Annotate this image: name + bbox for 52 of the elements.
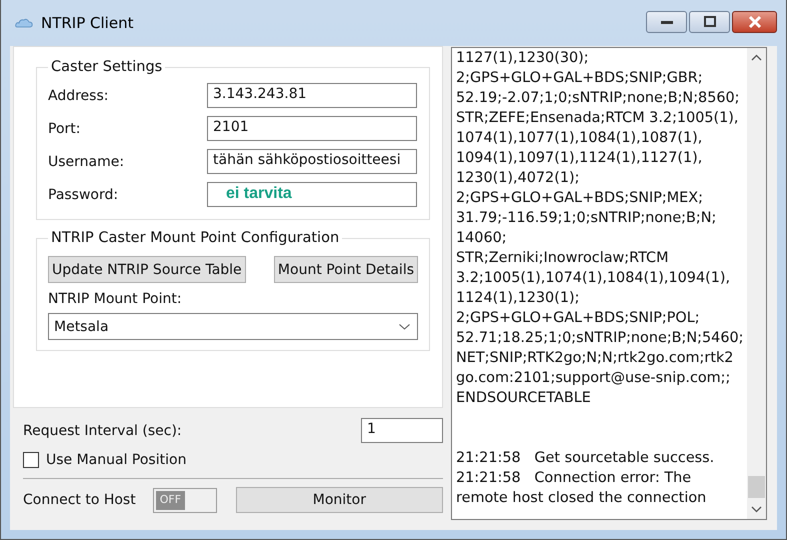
window-title: NTRIP Client	[41, 14, 134, 32]
checkbox-label: Use Manual Position	[46, 452, 186, 468]
scroll-up-icon[interactable]	[751, 54, 762, 61]
log-line: STR;ZEFE;Ensenada;RTCM 3.2;1005(1),	[456, 109, 740, 128]
group-title: NTRIP Caster Mount Point Configuration	[50, 230, 340, 246]
log-line: 1094(1),1097(1),1124(1),1127(1),	[456, 149, 704, 168]
log-line: NET;SNIP;RTK2go;N;N;rtk2go.com;rtk2	[456, 349, 734, 368]
checkbox[interactable]	[23, 452, 39, 468]
scrollbar-thumb[interactable]	[748, 476, 765, 498]
scrollbar[interactable]	[747, 48, 766, 519]
log-line: 1230(1),4072(1);	[456, 169, 580, 188]
log-line: 1127(1),1230(30);	[456, 49, 590, 68]
log-message: 21:21:58 Connection error: The remote host closed the connection	[456, 469, 708, 508]
log-message: 21:21:58 Get sourcetable success.	[456, 449, 716, 468]
chevron-down-icon	[399, 324, 410, 330]
input-field[interactable]: tähän sähköpostiosoitteesi	[207, 149, 417, 174]
minimize-button[interactable]	[646, 11, 687, 33]
log-line: ENDSOURCETABLE	[456, 389, 592, 408]
action-button[interactable]: Mount Point Details	[274, 256, 418, 283]
field-label: Address:	[48, 88, 110, 104]
log-line: 1124(1),1230(1);	[456, 289, 580, 308]
log-line: STR;Zerniki;Inowroclaw;RTCM	[456, 249, 670, 268]
field-label: Connect to Host	[23, 492, 136, 508]
close-button[interactable]	[732, 11, 777, 33]
scroll-down-icon[interactable]	[751, 506, 762, 513]
minimize-icon	[660, 19, 674, 25]
log-line: 14060;	[456, 229, 508, 248]
cloud-icon	[15, 18, 33, 28]
log-line: 1074(1),1077(1),1084(1),1087(1),	[456, 129, 704, 148]
field-label: NTRIP Mount Point:	[48, 291, 183, 307]
field-label: Request Interval (sec):	[23, 422, 182, 438]
field-label: Username:	[48, 154, 126, 170]
log-line: 2;GPS+GLO+GAL+BDS;SNIP;POL;	[456, 309, 701, 328]
input-field[interactable]: 3.143.243.81	[207, 83, 417, 108]
field-label: Port:	[48, 120, 82, 136]
maximize-icon	[702, 16, 716, 28]
mount-point-dropdown[interactable]: Metsala	[48, 313, 418, 340]
action-button[interactable]: Update NTRIP Source Table	[48, 256, 246, 283]
log-line: 2;GPS+GLO+GAL+BDS;SNIP;MEX;	[456, 189, 704, 208]
interval-field[interactable]: 1	[361, 418, 443, 443]
log-line: 52.19;-2.07;1;0;sNTRIP;none;B;N;8560;	[456, 89, 741, 108]
maximize-button[interactable]	[689, 11, 730, 33]
field-label: Password:	[48, 186, 120, 202]
log-line: 31.79;-116.59;1;0;sNTRIP;none;B;N;	[456, 209, 718, 228]
monitor-button[interactable]: Monitor	[236, 487, 443, 513]
log-line: 2;GPS+GLO+GAL+BDS;SNIP;GBR;	[456, 69, 704, 88]
input-field[interactable]: 2101	[207, 116, 417, 141]
log-line: 52.71;18.25;1;0;sNTRIP;none;B;N;5460;	[456, 329, 743, 348]
log-line: 3.2;1005(1),1074(1),1084(1),1094(1),	[456, 269, 732, 288]
close-icon	[746, 15, 762, 29]
group-title: Caster Settings	[50, 59, 164, 75]
log-line: go.com:2101;support@use-snip.com;;	[456, 369, 732, 388]
